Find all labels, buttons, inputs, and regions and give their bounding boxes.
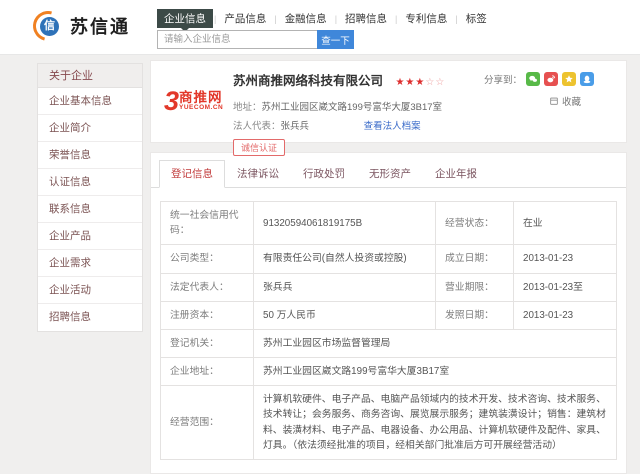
sidebar-item-7[interactable]: 企业需求 xyxy=(38,250,142,277)
legal-person-row: 法人代表：张兵兵 查看法人档案 xyxy=(233,118,445,132)
field-label: 成立日期： xyxy=(435,244,514,274)
legal-label: 法人代表： xyxy=(233,121,281,132)
table-row: 公司类型： 有限责任公司(自然人投资或控股) 成立日期： 2013-01-23 xyxy=(160,244,617,274)
favorite-label: 收藏 xyxy=(561,97,581,108)
share-weibo-icon[interactable] xyxy=(544,72,558,86)
field-label: 法定代表人： xyxy=(160,272,254,302)
sidebar-item-1[interactable]: 企业基本信息 xyxy=(38,88,142,115)
field-value: 苏州工业园区崴文路199号富华大厦3B17室 xyxy=(253,357,617,387)
table-row: 统一社会信用代码： 91320594061819175B 经营状态： 在业 xyxy=(160,200,617,246)
field-label: 经营状态： xyxy=(435,200,514,246)
company-logo: 3 商推网 YUECOM.CN xyxy=(164,86,236,116)
field-value: 2013-01-23 xyxy=(513,244,617,274)
favorite-button[interactable]: 收藏 xyxy=(549,94,581,108)
sidebar: 关于企业 企业基本信息 企业简介 荣誉信息 认证信息 联系信息 企业产品 企业需求 企业活动招… xyxy=(37,63,143,332)
share-label: 分享到： xyxy=(483,75,522,86)
sidebar-item-3[interactable]: 荣誉信息 xyxy=(38,142,142,169)
detail-tabbar: 登记信息 法律诉讼 行政处罚 无形资产 企业年报 xyxy=(151,153,626,188)
field-label: 经营范围： xyxy=(160,385,254,460)
field-label: 发照日期： xyxy=(435,300,514,330)
share-row: 分享到： xyxy=(484,72,594,86)
top-nav: 企业信息 | 产品信息 | 金融信息 | 招聘信息 | 专利信息 | 标签 xyxy=(157,9,494,32)
company-name: 苏州商推网络科技有限公司 xyxy=(233,74,384,88)
sidebar-item-9[interactable]: 招聘信息 xyxy=(38,304,142,331)
table-row: 法定代表人： 张兵兵 营业期限： 2013-01-23至 xyxy=(160,272,617,302)
sidebar-item-6[interactable]: 企业产品 xyxy=(38,223,142,250)
share-qq-icon[interactable] xyxy=(580,72,594,86)
table-row: 经营范围： 计算机软硬件、电子产品、电脑产品领域内的技术开发、技术咨询、技术服务、… xyxy=(160,385,617,460)
legal-name: 张兵兵 xyxy=(280,121,310,132)
sidebar-item-8[interactable]: 企业活动 xyxy=(38,277,142,304)
field-value: 2013-01-23 xyxy=(513,300,617,330)
registration-table: 统一社会信用代码： 91320594061819175B 经营状态： 在业 公司类型：有… xyxy=(160,200,617,460)
field-label: 企业地址： xyxy=(160,357,254,387)
logo-circle-icon: 信 xyxy=(40,17,59,36)
legal-profile-link[interactable]: 查看法人档案 xyxy=(364,121,421,132)
field-label: 公司类型： xyxy=(160,244,254,274)
field-label: 注册资本： xyxy=(160,300,254,330)
table-row: 企业地址： 苏州工业园区崴文路199号富华大厦3B17室 xyxy=(160,357,617,387)
rating-stars-empty: ☆☆ xyxy=(425,77,446,88)
nav-item-2[interactable]: 产品信息 xyxy=(217,9,273,28)
cert-badge: 诚信认证 xyxy=(233,139,286,156)
favorite-icon xyxy=(550,97,558,105)
field-label: 登记机关： xyxy=(160,328,254,359)
tab-3[interactable]: 行政处罚 xyxy=(291,160,357,188)
share-wechat-icon[interactable] xyxy=(526,72,540,86)
tab-2[interactable]: 法律诉讼 xyxy=(225,160,291,188)
company-info: 苏州商推网络科技有限公司 ★★★☆☆ 地址：苏州工业园区崴文路199号富华大厦3… xyxy=(233,70,445,156)
company-logo-text: 商推网 xyxy=(179,90,223,105)
sidebar-items: 企业基本信息 企业简介 荣誉信息 认证信息 联系信息 企业产品 企业需求 企业活动 招聘信息 xyxy=(38,88,142,331)
nav-item-4[interactable]: 招聘信息 xyxy=(338,9,394,28)
nav-item-5[interactable]: 专利信息 xyxy=(398,9,454,28)
field-value: 计算机软硬件、电子产品、电脑产品领域内的技术开发、技术咨询、技术服务、技术转让；… xyxy=(253,385,617,460)
field-value: 50 万人民币 xyxy=(253,300,436,330)
detail-card: 登记信息 法律诉讼 行政处罚 无形资产 企业年报 统一社会信用代码： 9132059406… xyxy=(150,152,627,474)
share-qzone-icon[interactable] xyxy=(562,72,576,86)
site-logo[interactable]: 信 苏信通 xyxy=(27,5,130,47)
sidebar-item-2[interactable]: 企业简介 xyxy=(38,115,142,142)
field-value: 张兵兵 xyxy=(253,272,436,302)
rating-stars-filled: ★★★ xyxy=(395,77,426,88)
field-value: 有限责任公司(自然人投资或控股) xyxy=(253,244,436,274)
company-header-card: 3 商推网 YUECOM.CN 苏州商推网络科技有限公司 ★★★☆☆ 地址：苏州… xyxy=(150,60,627,156)
main-content: 3 商推网 YUECOM.CN 苏州商推网络科技有限公司 ★★★☆☆ 地址：苏州… xyxy=(150,60,627,474)
nav-item-1[interactable]: 企业信息 xyxy=(157,9,213,32)
tab-1[interactable]: 登记信息 xyxy=(159,160,225,188)
company-address-row: 地址：苏州工业园区崴文路199号富华大厦3B17室 xyxy=(233,99,445,113)
tab-4[interactable]: 无形资产 xyxy=(357,160,423,188)
sidebar-item-5[interactable]: 联系信息 xyxy=(38,196,142,223)
search-button[interactable]: 查一下 xyxy=(317,30,354,49)
table-row: 注册资本： 50 万人民币 发照日期： 2013-01-23 xyxy=(160,300,617,330)
address-label: 地址： xyxy=(233,102,262,113)
sidebar-title: 关于企业 xyxy=(38,64,142,88)
field-value: 2013-01-23至 xyxy=(513,272,617,302)
top-header: 信 苏信通 企业信息|产品信息|金融信息|招聘信息|专利信息|标签 查一下 xyxy=(0,0,640,55)
field-value: 在业 xyxy=(513,200,617,246)
table-row: 登记机关： 苏州工业园区市场监督管理局 xyxy=(160,328,617,359)
nav-item-6[interactable]: 标签 xyxy=(459,9,494,28)
search-bar: 查一下 xyxy=(157,30,354,49)
rating-stars: ★★★☆☆ xyxy=(395,77,445,88)
company-logo-subtext: YUECOM.CN xyxy=(179,104,224,111)
share-icons xyxy=(526,72,594,86)
company-logo-numeral: 3 xyxy=(164,86,180,116)
field-value: 91320594061819175B xyxy=(253,200,436,246)
site-name: 苏信通 xyxy=(70,17,130,37)
nav-item-3[interactable]: 金融信息 xyxy=(278,9,334,28)
field-value: 苏州工业园区市场监督管理局 xyxy=(253,328,617,359)
tab-5[interactable]: 企业年报 xyxy=(423,160,489,188)
site-logo-icon: 信 xyxy=(27,5,69,47)
search-input[interactable] xyxy=(157,30,317,49)
address-value: 苏州工业园区崴文路199号富华大厦3B17室 xyxy=(261,102,443,113)
sidebar-item-4[interactable]: 认证信息 xyxy=(38,169,142,196)
field-label: 营业期限： xyxy=(435,272,514,302)
field-label: 统一社会信用代码： xyxy=(160,200,254,246)
